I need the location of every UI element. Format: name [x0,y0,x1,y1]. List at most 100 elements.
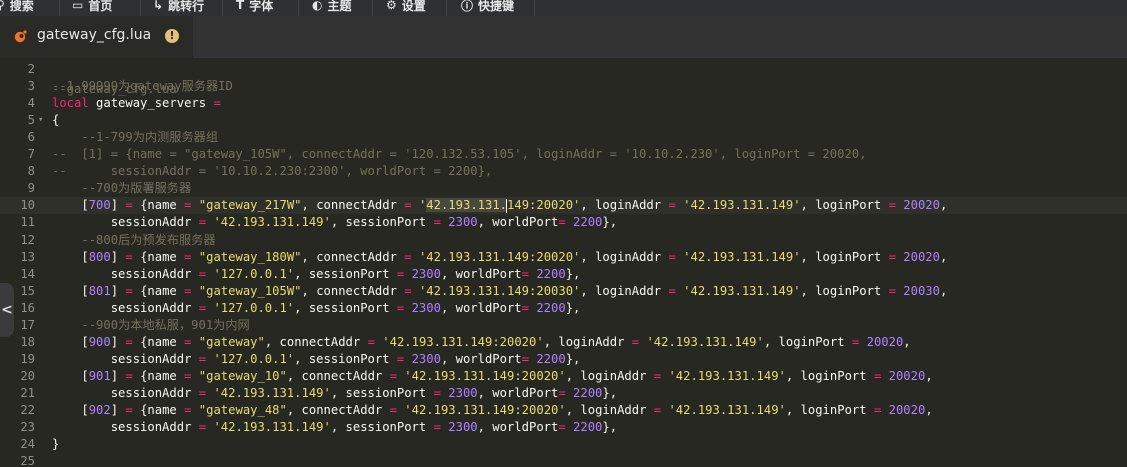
token-plain: , sessionPort [330,420,434,435]
line-number: 13 [20,249,35,264]
code-line[interactable]: 9 --700为版署服务器 [0,180,1127,197]
token-op: = [404,198,412,213]
code-line[interactable]: 6 --1-799为内测服务器组 [0,129,1127,146]
menu-item-label: 设置 [401,0,426,13]
token-plain: ] [110,334,126,349]
theme-icon: ◐ [312,0,323,12]
token-plain: , loginAddr [565,368,654,383]
code-line[interactable]: 22 [902] = {name = "gateway_48", connect… [0,402,1127,419]
token-string: '42.193.131.149:20020' [404,403,566,417]
fold-toggle-icon[interactable]: ▾ [38,112,43,129]
code-line[interactable]: 2 [0,61,1127,78]
token-number: 2300 [411,300,441,315]
code-line[interactable]: 10 [700] = {name = "gateway_217W", conne… [0,197,1127,215]
code-line[interactable]: 11 sessionAddr = '42.193.131.149', sessi… [0,214,1127,231]
line-number: 5 [27,113,35,128]
code-line-text: --700为版署服务器 [52,180,191,197]
code-line[interactable]: 5 ▾ { [0,112,1127,129]
run-icon: ↳ [153,0,164,12]
info-icon: ⓘ [461,0,474,13]
token-plain: } [52,437,60,452]
token-string: '127.0.0.1' [213,266,295,281]
code-line[interactable]: 14 sessionAddr = '127.0.0.1', sessionPor… [0,266,1127,283]
token-plain: , loginPort [785,403,874,417]
code-editor[interactable]: --gateway_cfg.lua 2 3 --1-99999为gateway服务器… [0,58,1127,467]
token-plain: , sessionPort [294,300,397,315]
code-line[interactable]: 24} [0,436,1127,453]
menu-divider [222,0,223,16]
menu-item-font[interactable]: T 字体 [236,0,273,16]
token-number: 2200 [536,266,566,281]
code-line-text: [800] = {name = "gateway_180W", connectA… [52,249,947,266]
token-op: = [433,420,441,435]
token-plain: , loginPort [800,283,889,298]
token-plain: {name [132,249,185,264]
code-line[interactable]: 21 sessionAddr = '42.193.131.149', sessi… [0,385,1127,402]
token-string: '42.193.131.149:20020' [382,334,544,349]
sidebar-toggle-button[interactable]: < [0,283,14,337]
token-op: = [198,215,207,230]
menu-divider [59,0,60,16]
token-number: 800 [88,249,111,264]
token-op: = [125,334,133,349]
line-number: 19 [20,351,35,366]
menu-item-label: 主题 [327,0,352,13]
token-string: "gateway_48" [198,403,287,417]
code-line[interactable]: 20 [901] = {name = "gateway_10", connect… [0,368,1127,385]
warning-icon[interactable]: ! [165,29,179,43]
code-line[interactable]: 4 local gateway_servers = [0,95,1127,112]
token-plain: {name [132,198,185,213]
menu-item-settings[interactable]: ⚙ 设置 [386,0,426,16]
code-line[interactable]: 13 [800] = {name = "gateway_180W", conne… [0,249,1127,266]
code-line[interactable]: 7 -- [1] = {name = "gateway_105W", connec… [0,146,1127,163]
menu-item-view[interactable]: ▭ 首页 [72,0,112,16]
code-line[interactable]: 16 sessionAddr = '127.0.0.1', sessionPor… [0,300,1127,317]
token-plain: sessionAddr [52,300,199,315]
token-plain: , [939,249,948,264]
code-line-text: local gateway_servers = [52,95,221,112]
code-line[interactable]: 18 [900] = {name = "gateway", connectAdd… [0,334,1127,351]
token-op: = [631,334,640,349]
code-line-text: [900] = {name = "gateway", connectAddr =… [52,334,910,351]
token-plain: , worldPort [477,420,559,435]
code-line[interactable]: 15 [801] = {name = "gateway_105W", conne… [0,283,1127,300]
token-plain: , connectAddr [264,334,368,349]
token-plain: , loginAddr [580,198,669,213]
token-op: = [198,351,207,366]
token-op: = [433,215,441,230]
token-plain: , loginPort [800,249,889,264]
token-string: "gateway_10" [198,368,287,383]
menu-item-theme[interactable]: ◐ 主题 [312,0,352,16]
code-line[interactable]: 8 -- sessionAddr = '10.10.2.230:2300', wo… [0,163,1127,180]
token-string: 149:20020' [507,198,581,213]
code-line[interactable]: 3 --1-99999为gateway服务器ID [0,78,1127,95]
code-line[interactable]: 19 sessionAddr = '127.0.0.1', sessionPor… [0,351,1127,368]
token-string: "gateway_105W" [198,283,302,298]
menu-item-label: 字体 [249,0,274,13]
token-comment: --1-99999为gateway服务器ID [52,79,233,94]
tab-gateway-cfg[interactable]: gateway_cfg.lua ! [0,16,193,58]
menu-item-shortcuts[interactable]: ⓘ 快捷键 [461,0,514,16]
code-line[interactable]: 17 --900为本地私服，901为内网 [0,317,1127,334]
code-line[interactable]: 25 [0,453,1127,467]
token-plain: , connectAddr [301,283,405,298]
token-op: = [389,403,397,417]
code-line-text: -- [1] = {name = "gateway_105W", connect… [52,146,866,163]
code-line[interactable]: 23 sessionAddr = '42.193.131.149', sessi… [0,419,1127,436]
line-number: 7 [27,147,35,162]
code-line-text: sessionAddr = '127.0.0.1', sessionPort =… [52,351,581,368]
chevron-left-icon: < [1,302,13,318]
token-plain: , sessionPort [294,351,397,366]
code-line-text: --1-99999为gateway服务器ID [52,78,233,95]
token-string: '42.193.131.149:20020' [418,249,581,264]
token-string: "gateway_180W" [198,249,302,264]
line-number: 10 [20,198,35,213]
token-string: '127.0.0.1' [213,351,295,366]
menu-item-run[interactable]: ↳ 跳转行 [153,0,204,16]
menu-item-search[interactable]: ⚲ 搜索 [0,0,34,16]
gear-icon: ⚙ [386,0,397,12]
code-line[interactable]: 12 --800后为预发布服务器 [0,232,1127,249]
token-plain: }, [565,351,581,366]
